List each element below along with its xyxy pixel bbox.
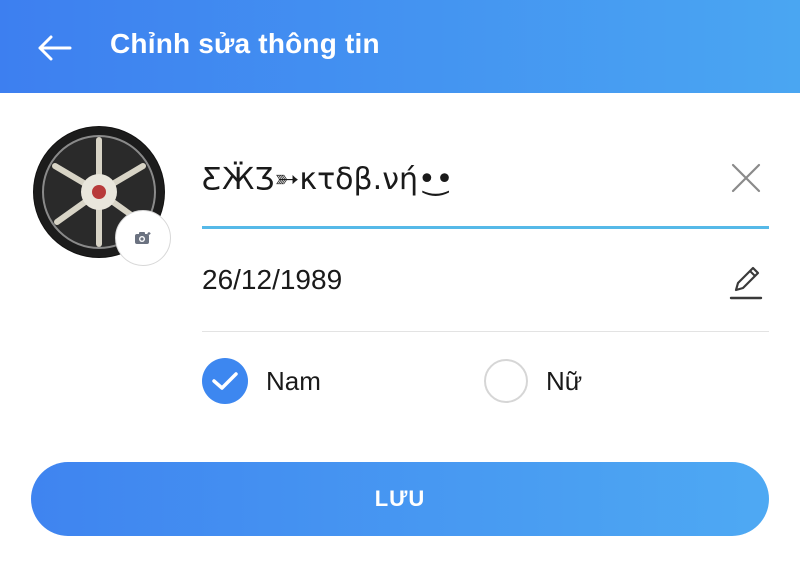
page-title: Chỉnh sửa thông tin: [110, 28, 380, 59]
divider: [202, 331, 769, 332]
back-button[interactable]: [30, 24, 78, 72]
change-avatar-button[interactable]: [115, 210, 171, 266]
gender-label-female: Nữ: [546, 365, 583, 396]
clear-name-button[interactable]: [726, 158, 766, 198]
pencil-icon: [729, 266, 763, 300]
dob-field[interactable]: 26/12/1989: [202, 264, 342, 296]
gender-option-male[interactable]: Nam: [202, 358, 321, 404]
radio-checked[interactable]: [202, 358, 248, 404]
close-icon: [731, 163, 761, 193]
gender-label-male: Nam: [266, 365, 321, 396]
checkmark-icon: [212, 372, 238, 390]
camera-icon: [135, 232, 151, 244]
gender-option-female[interactable]: Nữ: [484, 358, 582, 404]
edit-dob-button[interactable]: [726, 260, 766, 304]
save-button[interactable]: LƯU: [31, 462, 769, 536]
name-input[interactable]: ƸӜƷ➳κτδβ.νή•͜•: [202, 150, 722, 210]
name-input-underline: [202, 226, 769, 229]
radio-unchecked[interactable]: [484, 359, 528, 403]
app-header: Chỉnh sửa thông tin: [0, 0, 800, 93]
arrow-left-icon: [38, 35, 72, 61]
